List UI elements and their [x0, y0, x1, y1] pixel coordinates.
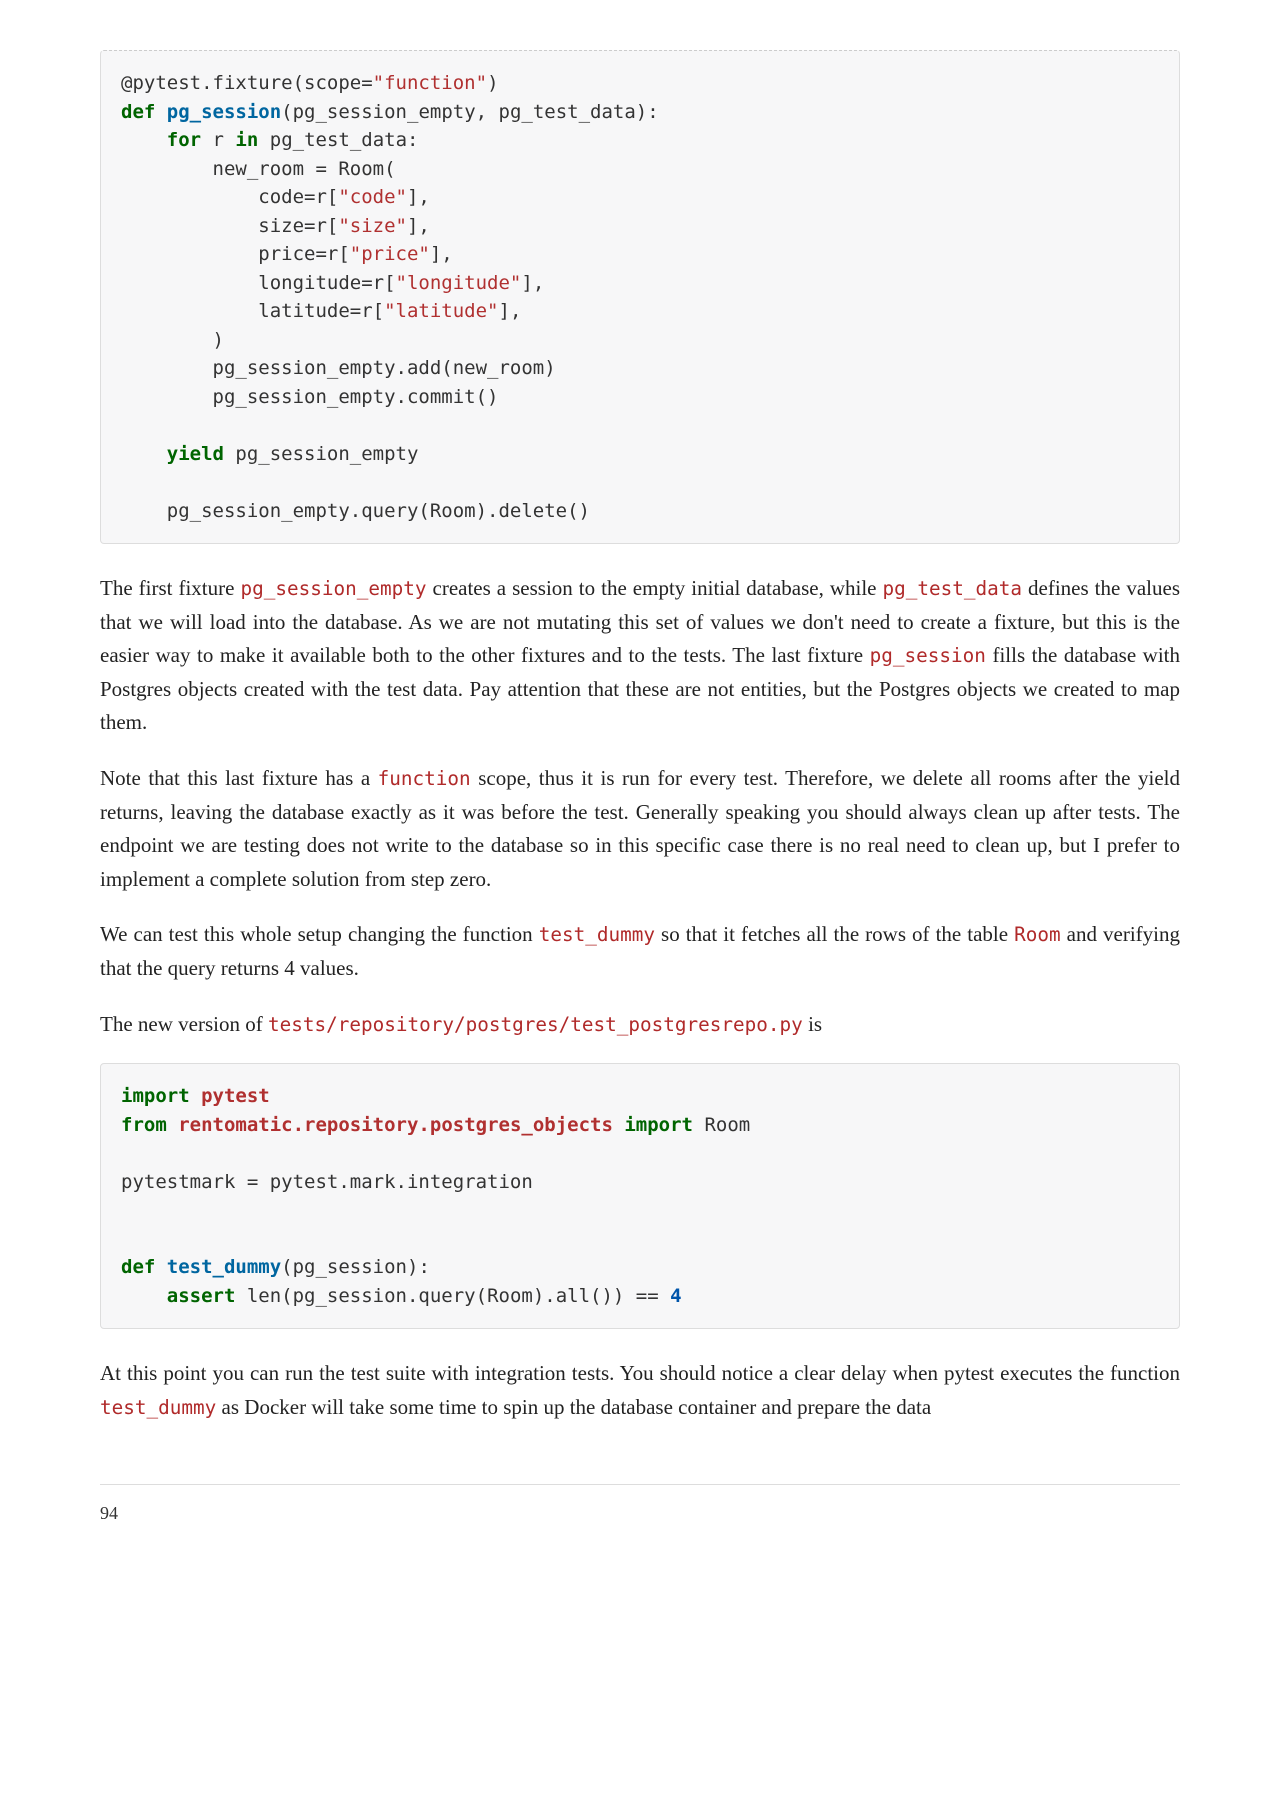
- inline-code: pg_session_empty: [240, 577, 426, 600]
- code-block-2: import pytest from rentomatic.repository…: [100, 1063, 1180, 1329]
- fn-name: pg_session: [167, 101, 281, 123]
- inline-code: test_dummy: [539, 923, 655, 946]
- inline-code: pg_test_data: [883, 577, 1023, 600]
- paragraph-2: Note that this last fixture has a functi…: [100, 762, 1180, 896]
- kw-def: def: [121, 1256, 155, 1278]
- code-block-1: @pytest.fixture(scope="function") def pg…: [100, 50, 1180, 544]
- page-number: 94: [100, 1503, 1180, 1524]
- inline-code: tests/repository/postgres/test_postgresr…: [268, 1013, 803, 1036]
- kw-def: def: [121, 101, 155, 123]
- module: rentomatic.repository.postgres_objects: [178, 1114, 613, 1136]
- module: pytest: [201, 1085, 270, 1107]
- inline-code: function: [378, 767, 471, 790]
- kw-import: import: [121, 1085, 190, 1107]
- kw-in: in: [235, 129, 258, 151]
- decorator: @pytest.fixture(scope="function"): [121, 72, 499, 94]
- inline-code: Room: [1014, 923, 1061, 946]
- paragraph-5: At this point you can run the test suite…: [100, 1357, 1180, 1424]
- kw-from: from: [121, 1114, 167, 1136]
- kw-import: import: [624, 1114, 693, 1136]
- kw-for: for: [167, 129, 201, 151]
- inline-code: pg_session: [870, 644, 986, 667]
- inline-code: test_dummy: [100, 1396, 216, 1419]
- kw-assert: assert: [167, 1285, 236, 1307]
- paragraph-1: The first fixture pg_session_empty creat…: [100, 572, 1180, 740]
- fn-name: test_dummy: [167, 1256, 281, 1278]
- footer-divider: [100, 1484, 1180, 1485]
- paragraph-4: The new version of tests/repository/post…: [100, 1008, 1180, 1042]
- paragraph-3: We can test this whole setup changing th…: [100, 918, 1180, 985]
- kw-yield: yield: [167, 443, 224, 465]
